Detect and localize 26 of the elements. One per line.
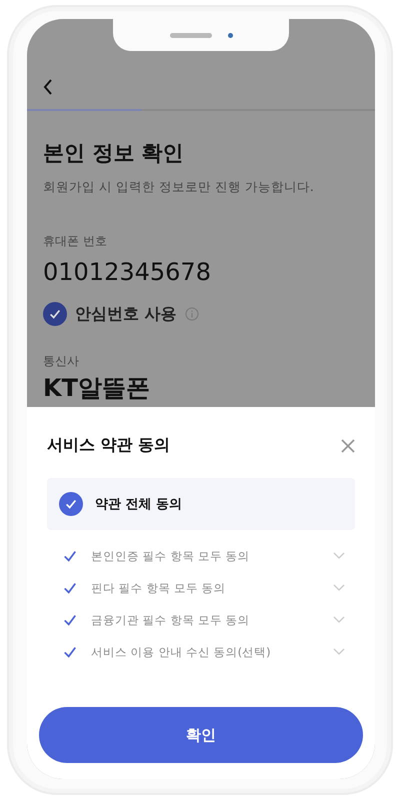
checkbox-label: 안심번호 사용 (75, 304, 177, 324)
field-label: 휴대폰 번호 (43, 233, 108, 250)
page-subtitle: 회원가입 시 입력한 정보로만 진행 가능합니다. (43, 179, 315, 196)
page-title: 본인 정보 확인 (43, 140, 185, 167)
agreement-item[interactable]: 본인인증 필수 항목 모두 동의 (63, 548, 333, 564)
close-icon[interactable] (341, 438, 355, 452)
chevron-icon[interactable] (333, 648, 345, 656)
agree-all-checkbox[interactable]: 약관 전체 동의 (47, 478, 355, 530)
agreement-item[interactable]: 금융기관 필수 항목 모두 동의 (63, 612, 333, 628)
back-icon[interactable] (43, 79, 53, 95)
field-label: 통신사 (43, 353, 80, 370)
carrier-value: KT알뜰폰 (43, 373, 151, 404)
agreement-item[interactable]: 서비스 이용 안내 수신 동의(선택) (63, 644, 333, 660)
phone-number: 01012345678 (43, 258, 212, 286)
camera-icon (228, 32, 232, 38)
chevron-icon[interactable] (333, 552, 345, 560)
confirm-button[interactable]: 확인 (39, 707, 363, 763)
sheet-title: 서비스 약관 동의 (47, 435, 170, 456)
speaker-icon (170, 32, 212, 38)
checkbox[interactable] (43, 302, 67, 326)
check-icon (64, 497, 78, 511)
agreement-item[interactable]: 핀다 필수 항목 모두 동의 (63, 580, 333, 596)
check-icon (48, 307, 62, 321)
chevron-icon[interactable] (333, 616, 345, 624)
chevron-icon[interactable] (333, 584, 345, 592)
info-icon[interactable] (184, 307, 199, 321)
